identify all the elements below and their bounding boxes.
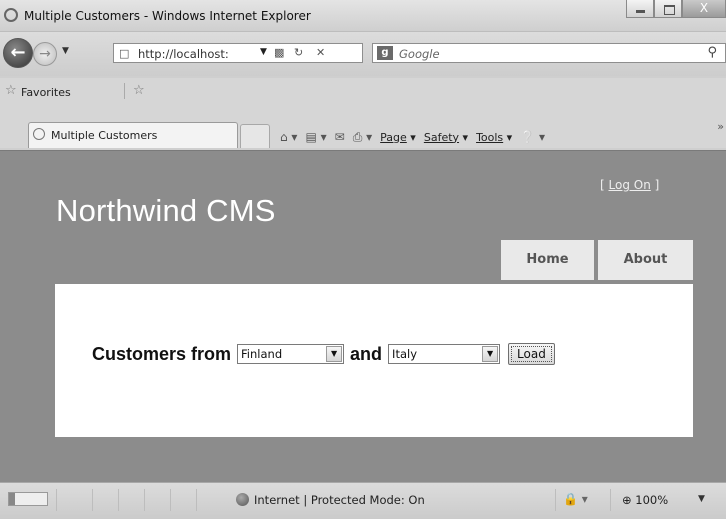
country1-value: Finland [241, 347, 283, 361]
status-pane-divider [56, 489, 57, 511]
home-icon[interactable]: ⌂ ▾ [280, 130, 297, 144]
compatibility-view-icon[interactable]: ▩ [274, 46, 284, 59]
security-zone-label: Internet | Protected Mode: On [254, 493, 425, 507]
address-input[interactable]: □ http://localhost: ▼ ▩ ↻ ✕ [113, 43, 363, 63]
status-pane-divider [555, 489, 556, 511]
security-zone[interactable]: Internet | Protected Mode: On [236, 493, 425, 507]
minimize-button[interactable] [626, 0, 654, 18]
protected-mode-icon[interactable]: 🔒 ▾ [563, 492, 588, 506]
safety-menu[interactable]: Safety ▾ [424, 131, 468, 144]
country1-select[interactable]: Finland ▼ [237, 344, 345, 364]
stop-icon[interactable]: ✕ [316, 46, 325, 59]
maximize-icon [664, 5, 675, 15]
ie-logo-icon [4, 8, 18, 22]
safety-menu-label: Safety [423, 130, 460, 144]
window-title: Multiple Customers - Windows Internet Ex… [24, 9, 311, 23]
progress-fill [9, 493, 15, 505]
command-bar: ⌂ ▾ ▤ ▾ ✉ ⎙ ▾ Page ▾ Safety ▾ Tools ▾ ❔ … [280, 126, 545, 148]
print-icon[interactable]: ⎙ ▾ [353, 130, 372, 145]
back-button[interactable]: ← [3, 38, 33, 68]
search-provider-icon[interactable]: g [377, 46, 393, 60]
status-bar: Internet | Protected Mode: On 🔒 ▾ ⊕ 100%… [0, 482, 726, 519]
site-title: Northwind CMS [56, 193, 276, 228]
menu-about[interactable]: About [598, 240, 693, 280]
search-input[interactable]: g Google ⚲ [372, 43, 726, 63]
chevron-down-icon[interactable]: ▼ [326, 346, 343, 362]
country2-select[interactable]: Italy ▼ [388, 344, 501, 364]
tab-multiple-customers[interactable]: Multiple Customers [28, 122, 238, 148]
status-pane-divider [170, 489, 171, 511]
new-tab-button[interactable] [240, 124, 270, 148]
help-icon[interactable]: ❔ ▾ [520, 130, 545, 144]
page-icon: □ [119, 47, 130, 60]
menu-home[interactable]: Home [501, 240, 594, 280]
zoom-level[interactable]: ⊕ 100% [622, 493, 668, 507]
add-to-favorites-bar-icon[interactable]: ☆ [133, 83, 145, 98]
chevron-down-icon[interactable]: ▼ [482, 346, 499, 362]
back-arrow-icon: ← [10, 42, 26, 63]
close-button[interactable]: X [682, 0, 726, 18]
tab-page-icon [33, 128, 45, 140]
minimize-icon [636, 10, 645, 13]
title-bar: Multiple Customers - Windows Internet Ex… [0, 0, 726, 32]
logon-bracket-open: [ [600, 178, 609, 192]
log-on-link[interactable]: Log On [609, 178, 651, 192]
read-mail-icon[interactable]: ✉ [335, 130, 345, 144]
url-text: http://localhost: [138, 47, 229, 61]
progress-indicator [8, 492, 48, 506]
status-pane-divider [92, 489, 93, 511]
tab-label: Multiple Customers [51, 129, 158, 142]
address-bar-row: ← → ▼ □ http://localhost: ▼ ▩ ↻ ✕ g Goog… [0, 32, 726, 76]
page-menu[interactable]: Page ▾ [380, 131, 416, 144]
feeds-icon[interactable]: ▤ ▾ [305, 130, 326, 144]
page-menu-label: Page [380, 130, 407, 144]
logon-bracket-close: ] [650, 178, 660, 192]
zoom-value: 100% [635, 493, 669, 507]
more-commands-chevron-icon[interactable]: » [717, 120, 724, 133]
load-button[interactable]: Load [508, 343, 555, 365]
country2-value: Italy [392, 347, 417, 361]
globe-icon [236, 493, 249, 506]
window-controls: X [626, 0, 726, 20]
logon-display: [ Log On ] [600, 178, 659, 192]
tools-menu-label: Tools [476, 130, 504, 144]
search-icon[interactable]: ⚲ [707, 45, 717, 60]
and-label: and [350, 343, 383, 364]
favorites-star-icon[interactable]: ☆ [5, 83, 17, 98]
refresh-icon[interactable]: ↻ [294, 46, 303, 59]
forward-arrow-icon: → [39, 46, 51, 62]
favorites-bar: ☆ Favorites ☆ [0, 78, 726, 118]
zoom-icon: ⊕ [622, 493, 632, 507]
customers-from-label: Customers from [92, 343, 232, 364]
divider [124, 83, 125, 99]
address-dropdown-icon[interactable]: ▼ [260, 47, 267, 57]
customer-filter-form: Customers from Finland ▼ and Italy ▼ Loa… [92, 342, 555, 366]
search-placeholder: Google [399, 47, 440, 61]
tools-menu[interactable]: Tools ▾ [476, 131, 512, 144]
status-pane-divider [144, 489, 145, 511]
recent-pages-dropdown-icon[interactable]: ▼ [62, 46, 69, 56]
favorites-button[interactable]: Favorites [21, 86, 71, 99]
zoom-dropdown-icon[interactable]: ▼ [698, 494, 705, 504]
maximize-button[interactable] [654, 0, 682, 18]
status-pane-divider [118, 489, 119, 511]
status-pane-divider [196, 489, 197, 511]
forward-button[interactable]: → [33, 42, 57, 66]
status-pane-divider [610, 489, 611, 511]
